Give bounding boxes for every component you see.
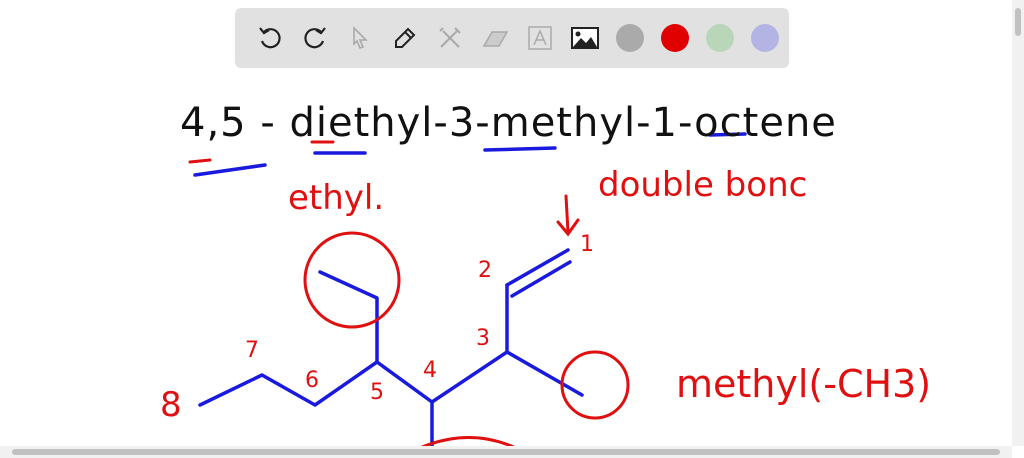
methyl-label: methyl(-CH3)	[676, 362, 932, 406]
carbon-number-3: 3	[476, 326, 490, 351]
carbon-number-7: 7	[245, 338, 259, 363]
double-bond-label: double bonc	[598, 165, 808, 205]
compound-name: 4,5 - diethyl-3-methyl-1-octene	[180, 100, 837, 146]
carbon-number-4: 4	[423, 358, 437, 383]
horizontal-scroll-thumb[interactable]	[12, 449, 1000, 455]
vertical-scroll-thumb[interactable]	[1015, 8, 1021, 36]
carbon-number-1: 1	[580, 232, 594, 257]
carbon-number-5: 5	[370, 380, 384, 405]
carbon-number-8: 8	[160, 385, 182, 425]
vertical-scrollbar[interactable]	[1012, 0, 1024, 446]
carbon-number-6: 6	[305, 368, 319, 393]
ethyl-label: ethyl.	[288, 178, 385, 218]
carbon-number-2: 2	[478, 258, 492, 283]
annotations	[188, 140, 630, 446]
horizontal-scrollbar[interactable]	[0, 446, 1012, 458]
